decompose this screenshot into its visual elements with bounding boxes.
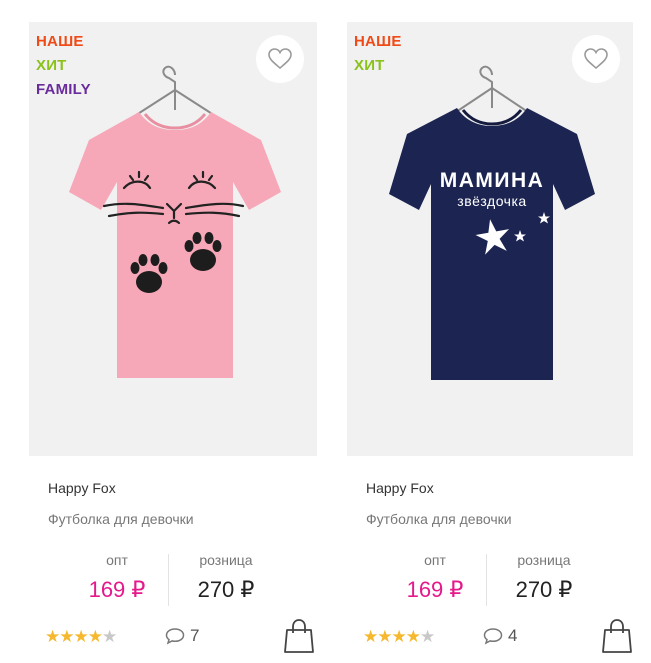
wholesale-value: 169 ₽ xyxy=(406,577,464,602)
product-brand[interactable]: Happy Fox xyxy=(48,478,308,498)
shopping-bag-icon xyxy=(284,619,314,653)
tshirt-image: МАМИНА звёздочка xyxy=(389,65,595,380)
product-card[interactable]: МАМИНА звёздочка НАШЕ ХИТ Happy Fox Футб… xyxy=(347,22,635,663)
badge-nashe: НАШЕ xyxy=(36,33,84,50)
product-photo[interactable]: НАШЕ ХИТ FAMILY xyxy=(29,22,317,456)
hanger-icon xyxy=(132,65,218,118)
wholesale-price: опт 169 ₽ xyxy=(57,550,177,603)
heart-icon xyxy=(268,48,292,70)
star-icon: ★ xyxy=(45,627,60,646)
wholesale-label: опт xyxy=(106,552,128,568)
wholesale-label: опт xyxy=(424,552,446,568)
comments-count: 7 xyxy=(190,626,200,645)
wholesale-price: опт 169 ₽ xyxy=(375,550,495,603)
comment-icon xyxy=(483,628,503,645)
product-info: Happy Fox Футболка для девочки xyxy=(48,478,308,529)
wholesale-value: 169 ₽ xyxy=(88,577,146,602)
print-text-line2: звёздочка xyxy=(457,193,526,209)
star-icon: ★ xyxy=(363,627,378,646)
product-title[interactable]: Футболка для девочки xyxy=(366,509,626,529)
rating-stars[interactable]: ★★★★★ xyxy=(363,627,435,646)
comments-link[interactable]: 4 xyxy=(483,626,517,646)
badge-list: НАШЕ ХИТ xyxy=(354,30,402,78)
hanger-icon xyxy=(449,65,535,117)
star-icon: ★ xyxy=(102,627,117,646)
favorite-button[interactable] xyxy=(572,35,620,83)
star-icon: ★ xyxy=(377,627,392,646)
add-to-cart-button[interactable] xyxy=(601,618,633,654)
star-icon: ★ xyxy=(405,627,421,646)
rating-stars[interactable]: ★★★★★ xyxy=(45,627,117,646)
badge-nashe: НАШЕ xyxy=(354,33,402,50)
product-grid: НАШЕ ХИТ FAMILY Happy Fox Футболка для д… xyxy=(0,0,651,663)
badge-list: НАШЕ ХИТ FAMILY xyxy=(36,30,91,102)
star-icon: ★ xyxy=(420,627,435,646)
favorite-button[interactable] xyxy=(256,35,304,83)
retail-value: 270 ₽ xyxy=(515,577,573,602)
card-footer: ★★★★★ 4 xyxy=(363,618,633,654)
star-icon: ★ xyxy=(87,627,103,646)
badge-family: FAMILY xyxy=(36,81,91,98)
product-photo[interactable]: МАМИНА звёздочка НАШЕ ХИТ xyxy=(347,22,633,456)
badge-hit: ХИТ xyxy=(354,57,385,74)
product-card[interactable]: НАШЕ ХИТ FAMILY Happy Fox Футболка для д… xyxy=(29,22,317,663)
retail-label: розница xyxy=(199,552,253,568)
retail-price: розница 270 ₽ xyxy=(166,550,286,603)
card-footer: ★★★★★ 7 xyxy=(45,618,315,654)
comments-count: 4 xyxy=(508,626,518,645)
product-info: Happy Fox Футболка для девочки xyxy=(366,478,626,529)
retail-label: розница xyxy=(517,552,571,568)
retail-price: розница 270 ₽ xyxy=(484,550,604,603)
star-icon: ★ xyxy=(391,627,407,646)
add-to-cart-button[interactable] xyxy=(283,618,315,654)
heart-icon xyxy=(584,48,608,70)
retail-value: 270 ₽ xyxy=(197,577,255,602)
print-text-line1: МАМИНА xyxy=(440,169,545,192)
price-block: опт 169 ₽ розница 270 ₽ xyxy=(347,550,635,610)
comment-icon xyxy=(165,628,185,645)
shopping-bag-icon xyxy=(602,619,632,653)
star-icon: ★ xyxy=(73,627,89,646)
product-brand[interactable]: Happy Fox xyxy=(366,478,626,498)
badge-hit: ХИТ xyxy=(36,57,67,74)
star-icon: ★ xyxy=(59,627,74,646)
price-block: опт 169 ₽ розница 270 ₽ xyxy=(29,550,317,610)
comments-link[interactable]: 7 xyxy=(165,626,199,646)
product-title[interactable]: Футболка для девочки xyxy=(48,509,308,529)
